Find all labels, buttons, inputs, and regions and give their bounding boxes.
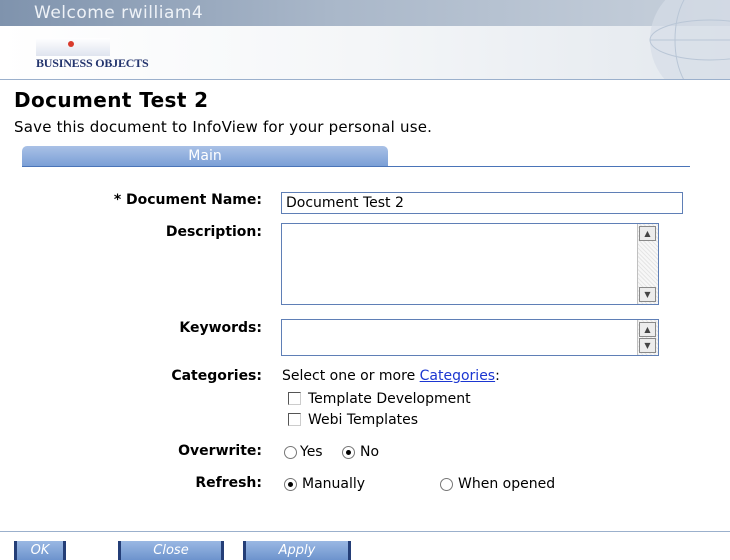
- header-divider: [0, 79, 730, 80]
- webi-templates-label: Webi Templates: [308, 412, 419, 428]
- footer-divider: [0, 531, 730, 532]
- template-development-label: Template Development: [308, 391, 471, 407]
- document-name-label: * Document Name:: [113, 192, 262, 208]
- categories-suffix: :: [495, 368, 500, 384]
- refresh-manually-label: Manually: [302, 476, 366, 492]
- ok-button[interactable]: OK: [14, 541, 66, 560]
- globe-graphic-icon: [630, 0, 730, 80]
- overwrite-label: Overwrite:: [178, 443, 262, 459]
- webi-templates-checkbox[interactable]: [288, 413, 301, 426]
- keywords-textarea[interactable]: ▲ ▼: [281, 319, 659, 356]
- close-button[interactable]: Close: [118, 541, 224, 560]
- categories-prompt-text: Select one or more: [282, 368, 420, 384]
- description-label: Description:: [165, 224, 262, 240]
- overwrite-yes-radio[interactable]: [284, 446, 297, 459]
- welcome-bar: Welcome rwilliam4: [0, 0, 730, 26]
- logo-dot: [68, 41, 74, 47]
- refresh-label: Refresh:: [195, 475, 262, 491]
- welcome-text: Welcome rwilliam4: [34, 3, 204, 23]
- tab-divider: [22, 166, 690, 167]
- overwrite-no-label: No: [360, 444, 380, 460]
- refresh-when-opened-label: When opened: [458, 476, 556, 492]
- template-development-checkbox[interactable]: [288, 392, 301, 405]
- keywords-scrollbar[interactable]: ▲ ▼: [637, 320, 658, 355]
- keywords-label: Keywords:: [179, 320, 262, 336]
- scroll-down-icon[interactable]: ▼: [639, 287, 656, 302]
- categories-prompt: Select one or more Categories:: [282, 368, 500, 384]
- overwrite-yes-label: Yes: [300, 444, 323, 460]
- overwrite-no-radio[interactable]: [342, 446, 355, 459]
- description-scrollbar[interactable]: ▲ ▼: [637, 224, 658, 304]
- page-subtitle: Save this document to InfoView for your …: [14, 118, 433, 136]
- document-name-input[interactable]: [281, 192, 683, 214]
- categories-link[interactable]: Categories: [420, 368, 495, 384]
- tab-main[interactable]: Main: [22, 146, 388, 166]
- refresh-when-opened-radio[interactable]: [440, 478, 453, 491]
- apply-button[interactable]: Apply: [243, 541, 351, 560]
- scroll-up-icon[interactable]: ▲: [639, 322, 656, 337]
- page-title: Document Test 2: [14, 88, 209, 112]
- categories-label: Categories:: [171, 368, 262, 384]
- scroll-up-icon[interactable]: ▲: [639, 226, 656, 241]
- business-objects-logo-icon: [36, 38, 110, 56]
- refresh-manually-radio[interactable]: [284, 478, 297, 491]
- scroll-down-icon[interactable]: ▼: [639, 338, 656, 353]
- description-textarea[interactable]: ▲ ▼: [281, 223, 659, 305]
- business-objects-logo: BUSINESS OBJECTS: [36, 56, 149, 70]
